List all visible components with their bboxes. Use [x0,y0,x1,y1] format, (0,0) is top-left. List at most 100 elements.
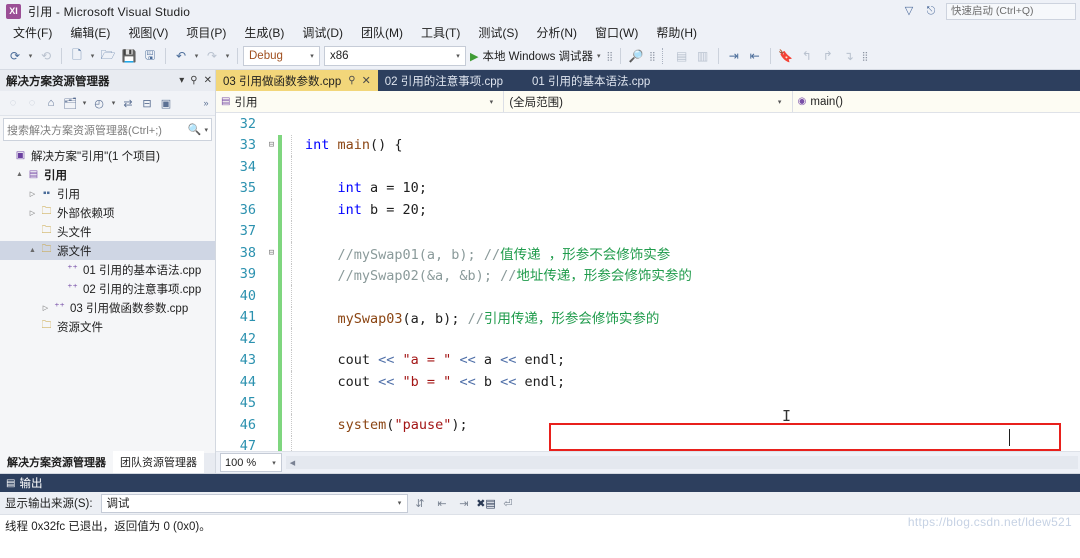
undo-caret-icon[interactable]: ▾ [192,46,201,67]
search-input[interactable]: 搜索解决方案资源管理器(Ctrl+;) [7,122,188,138]
nav-next-icon[interactable]: ↱ [818,46,838,67]
save-icon[interactable]: 💾 [119,46,139,67]
code-editor[interactable]: 32 33 ⊟ int main() {34 35 int a = 10; 36 int … [216,113,1080,451]
signin-icon[interactable]: ⎋ [924,4,938,18]
solution-explorer-search[interactable]: 搜索解决方案资源管理器(Ctrl+;) 🔍 ▾ [3,118,212,141]
comment-icon[interactable]: ▤ [672,46,692,67]
code-line[interactable]: 34 [216,156,1080,178]
new-project-caret-icon[interactable]: ▾ [88,46,97,67]
nav-clear-icon[interactable]: ↴ [839,46,859,67]
tree-item-references[interactable]: ▷ ▪▪ 引用 [0,184,215,203]
chevron-down-icon[interactable]: ▾ [179,75,184,86]
chevron-down-icon[interactable]: ▾ [393,499,407,507]
tree-arrow[interactable]: ▲ [26,247,39,254]
toggle-wordwrap-icon[interactable]: ⏎ [499,494,518,512]
toolbar-grip[interactable] [661,48,668,64]
tree-item-cpp-02[interactable]: ⁺⁺ 02 引用的注意事项.cpp [0,279,215,298]
tree-item-external-deps[interactable]: ▷ 🗀 外部依赖项 [0,203,215,222]
navigate-back-icon[interactable]: ⟳ [5,46,25,67]
undo-icon[interactable]: ↶ [171,46,191,67]
collapse-all-icon[interactable]: ⊟ [138,94,156,112]
tree-arrow[interactable]: ▷ [26,209,39,217]
uncomment-icon[interactable]: ▥ [693,46,713,67]
save-all-icon[interactable]: 🖫 [140,46,160,67]
back-icon[interactable]: ◌ [4,94,22,112]
menu-project[interactable]: 项目(P) [177,22,235,43]
menu-help[interactable]: 帮助(H) [647,22,706,43]
menu-file[interactable]: 文件(F) [4,22,61,43]
indent-icon[interactable]: ⇥ [724,46,744,67]
code-line[interactable]: 36 int b = 20; [216,199,1080,221]
find-icon[interactable]: 🔎 [626,46,646,67]
tree-item-solution[interactable]: ▣ 解决方案"引用"(1 个项目) [0,146,215,165]
fold-toggle-icon[interactable]: ⊟ [265,248,278,258]
tree-item-source-files[interactable]: ▲ 🗀 源文件 [0,241,215,260]
code-line[interactable]: 47 [216,435,1080,451]
tree-item-project[interactable]: ▲ ▤ 引用 [0,165,215,184]
chevron-down-icon[interactable]: ▾ [80,94,89,112]
search-icon[interactable]: 🔍 [188,123,202,136]
pin-icon[interactable]: ⚲ [190,75,197,86]
nav-project-select[interactable]: ▤ 引用 ▾ [216,91,503,112]
close-icon[interactable]: ✕ [204,75,212,86]
forward-icon[interactable]: ◌ [23,94,41,112]
tab-01-reference-basics[interactable]: 01 引用的基本语法.cpp [510,70,657,91]
scroll-left-icon[interactable]: ◀ [286,459,299,467]
code-line[interactable]: 46 system("pause"); [216,414,1080,436]
nav-scope-select[interactable]: (全局范围) ▾ [504,91,791,112]
overflow-icon[interactable]: » [197,94,215,112]
close-icon[interactable]: ✕ [362,74,371,87]
nav-prev-icon[interactable]: ↰ [797,46,817,67]
clear-pane-icon[interactable]: ⇥ [455,494,474,512]
code-line[interactable]: 41 mySwap03(a, b); //引用传递，形参会修饰实参的 [216,306,1080,328]
tree-item-cpp-03[interactable]: ▷ ⁺⁺ 03 引用做函数参数.cpp [0,298,215,317]
nav-member-select[interactable]: ◉ main() [793,91,1080,112]
tab-03-reference-as-param[interactable]: 03 引用做函数参数.cpp ⚲ ✕ [216,70,378,91]
tab-solution-explorer[interactable]: 解决方案资源管理器 [0,451,113,473]
output-source-select[interactable]: 调试 ▾ [100,493,408,513]
list-icon[interactable]: ⇵ [411,494,430,512]
solution-platform-select[interactable]: x86 ▾ [324,46,466,66]
code-line[interactable]: 45 [216,392,1080,414]
pin-icon[interactable]: ⚲ [348,75,355,86]
chevron-down-icon[interactable]: ▾ [204,126,208,134]
home-icon[interactable]: ⌂ [42,94,60,112]
quick-launch-input[interactable]: 快速启动 (Ctrl+Q) [946,2,1076,20]
outdent-icon[interactable]: ⇤ [745,46,765,67]
menu-debug[interactable]: 调试(D) [293,22,352,43]
code-line[interactable]: 39 //mySwap02(&a, &b); //地址传递，形参会修饰实参的 [216,263,1080,285]
pending-changes-icon[interactable]: ◴ [90,94,108,112]
tab-team-explorer[interactable]: 团队资源管理器 [113,451,204,473]
menu-tools[interactable]: 工具(T) [412,22,469,43]
wrap-icon[interactable]: ⇤ [433,494,452,512]
code-line[interactable]: 43 cout << "a = " << a << endl; [216,349,1080,371]
code-line[interactable]: 40 [216,285,1080,307]
code-line[interactable]: 38 ⊟ //mySwap01(a, b); //值传递 ，形参不会修饰实参 [216,242,1080,264]
code-line[interactable]: 32 [216,113,1080,135]
menu-edit[interactable]: 编辑(E) [61,22,119,43]
code-line[interactable]: 35 int a = 10; [216,177,1080,199]
solution-configuration-select[interactable]: Debug ▾ [243,46,320,66]
code-line[interactable]: 33 ⊟ int main() { [216,134,1080,156]
menu-team[interactable]: 团队(M) [352,22,412,43]
fold-toggle-icon[interactable]: ⊟ [265,140,278,150]
chevron-down-icon[interactable]: ▾ [484,98,498,106]
tree-arrow[interactable]: ▷ [39,304,52,312]
tree-item-cpp-01[interactable]: ⁺⁺ 01 引用的基本语法.cpp [0,260,215,279]
tree-arrow[interactable]: ▲ [13,171,26,178]
horizontal-scrollbar[interactable]: ◀ [286,456,1078,469]
tree-item-resource-files[interactable]: 🗀 资源文件 [0,317,215,336]
feedback-icon[interactable]: ▽ [902,4,916,18]
tree-arrow[interactable]: ▷ [26,190,39,198]
chevron-down-icon[interactable]: ▾ [109,94,118,112]
menu-view[interactable]: 视图(V) [119,22,177,43]
clear-all-icon[interactable]: ✖▤ [476,494,496,512]
menu-test[interactable]: 测试(S) [469,22,527,43]
bookmark-icon[interactable]: 🔖 [776,46,796,67]
menu-window[interactable]: 窗口(W) [586,22,647,43]
menu-build[interactable]: 生成(B) [235,22,293,43]
tab-02-reference-notes[interactable]: 02 引用的注意事项.cpp [378,70,510,91]
chevron-down-icon[interactable]: ▾ [597,52,601,60]
properties-icon[interactable]: ▣ [157,94,175,112]
new-project-icon[interactable]: 🗋 [67,46,87,67]
